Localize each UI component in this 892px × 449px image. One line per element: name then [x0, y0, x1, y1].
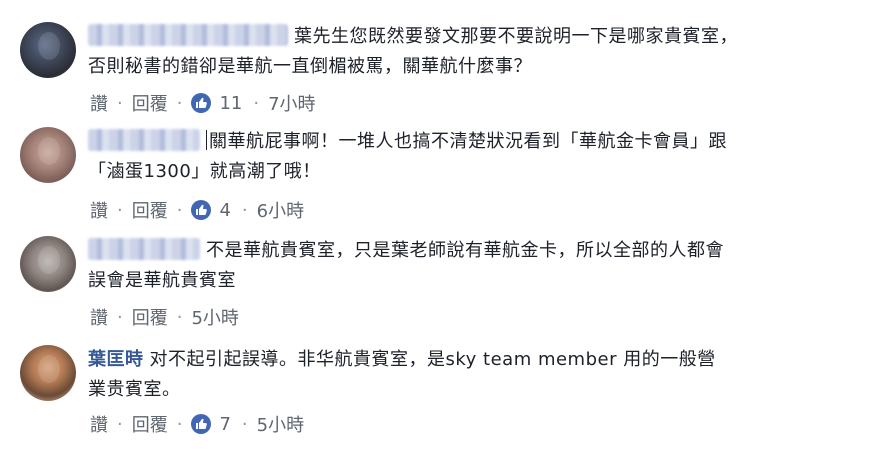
- avatar[interactable]: [20, 345, 76, 401]
- comment-text-line-1: 關華航屁事啊！一堆人也搞不清楚狀況看到「華航金卡會員」跟: [209, 131, 727, 152]
- commenter-name[interactable]: 葉匡時: [88, 345, 144, 375]
- comment-actions: 讚 · 回覆 · 11 · 7小時: [90, 90, 316, 116]
- avatar[interactable]: [20, 236, 76, 292]
- avatar[interactable]: [20, 127, 76, 183]
- like-link[interactable]: 讚: [90, 411, 108, 437]
- comment-text-line-1: 对不起引起誤導。非华航貴賓室，是sky team member 用的一般營: [149, 349, 716, 370]
- like-count[interactable]: 4: [219, 200, 230, 221]
- comment-text-line-2: 否則秘書的錯卻是華航一直倒楣被罵，關華航什麼事？: [88, 56, 532, 77]
- reply-link[interactable]: 回覆: [132, 304, 168, 330]
- comment-text-line-2: 誤會是華航貴賓室: [88, 270, 236, 291]
- reply-link[interactable]: 回覆: [132, 197, 168, 223]
- comment-text-line-1: 葉先生您既然要發文那要不要說明一下是哪家貴賓室，: [294, 26, 738, 47]
- comment-body: 葉匡時 对不起引起誤導。非华航貴賓室，是sky team member 用的一般營…: [88, 345, 858, 405]
- timestamp[interactable]: 7小時: [268, 90, 315, 116]
- comment-actions: 讚 · 回覆 · 7 · 5小時: [90, 411, 304, 437]
- like-link[interactable]: 讚: [90, 197, 108, 223]
- like-count[interactable]: 7: [219, 414, 230, 435]
- separator: ·: [176, 92, 183, 114]
- comment-actions: 讚 · 回覆 · 4 · 6小時: [90, 197, 304, 223]
- commenter-name-blurred[interactable]: [88, 238, 200, 260]
- thumbs-up-icon[interactable]: [191, 414, 212, 434]
- timestamp[interactable]: 5小時: [191, 304, 238, 330]
- thumbs-up-icon[interactable]: [191, 93, 212, 113]
- comment-text-line-2: 業贵賓室。: [88, 379, 181, 400]
- separator: ·: [176, 306, 183, 328]
- comment-text-line-2: 「滷蛋1300」就高潮了哦！: [88, 161, 321, 182]
- comment-body: 葉先生您既然要發文那要不要說明一下是哪家貴賓室， 否則秘書的錯卻是華航一直倒楣被…: [88, 22, 858, 82]
- comment-text-line-1: 不是華航貴賓室，只是葉老師說有華航金卡，所以全部的人都會: [206, 240, 724, 261]
- like-count[interactable]: 11: [219, 93, 242, 114]
- separator: ·: [117, 92, 123, 114]
- separator: ·: [117, 306, 123, 328]
- comment-body: 關華航屁事啊！一堆人也搞不清楚狀況看到「華航金卡會員」跟 「滷蛋1300」就高潮…: [88, 127, 858, 187]
- comment-body: 不是華航貴賓室，只是葉老師說有華航金卡，所以全部的人都會 誤會是華航貴賓室: [88, 236, 858, 296]
- separator: ·: [241, 199, 248, 221]
- separator: ·: [241, 413, 248, 435]
- like-link[interactable]: 讚: [90, 90, 108, 116]
- reply-link[interactable]: 回覆: [132, 90, 168, 116]
- thumbs-up-icon[interactable]: [191, 200, 212, 220]
- separator: ·: [176, 199, 183, 221]
- timestamp[interactable]: 6小時: [257, 197, 304, 223]
- avatar[interactable]: [20, 22, 76, 78]
- separator: ·: [176, 413, 183, 435]
- separator: ·: [253, 92, 260, 114]
- text-cursor: [206, 130, 207, 150]
- separator: ·: [117, 199, 123, 221]
- like-link[interactable]: 讚: [90, 304, 108, 330]
- commenter-name-blurred[interactable]: [88, 129, 200, 151]
- reply-link[interactable]: 回覆: [132, 411, 168, 437]
- commenter-name-blurred[interactable]: [88, 24, 288, 46]
- separator: ·: [117, 413, 123, 435]
- comment-actions: 讚 · 回覆 · 5小時: [90, 304, 239, 330]
- timestamp[interactable]: 5小時: [257, 411, 304, 437]
